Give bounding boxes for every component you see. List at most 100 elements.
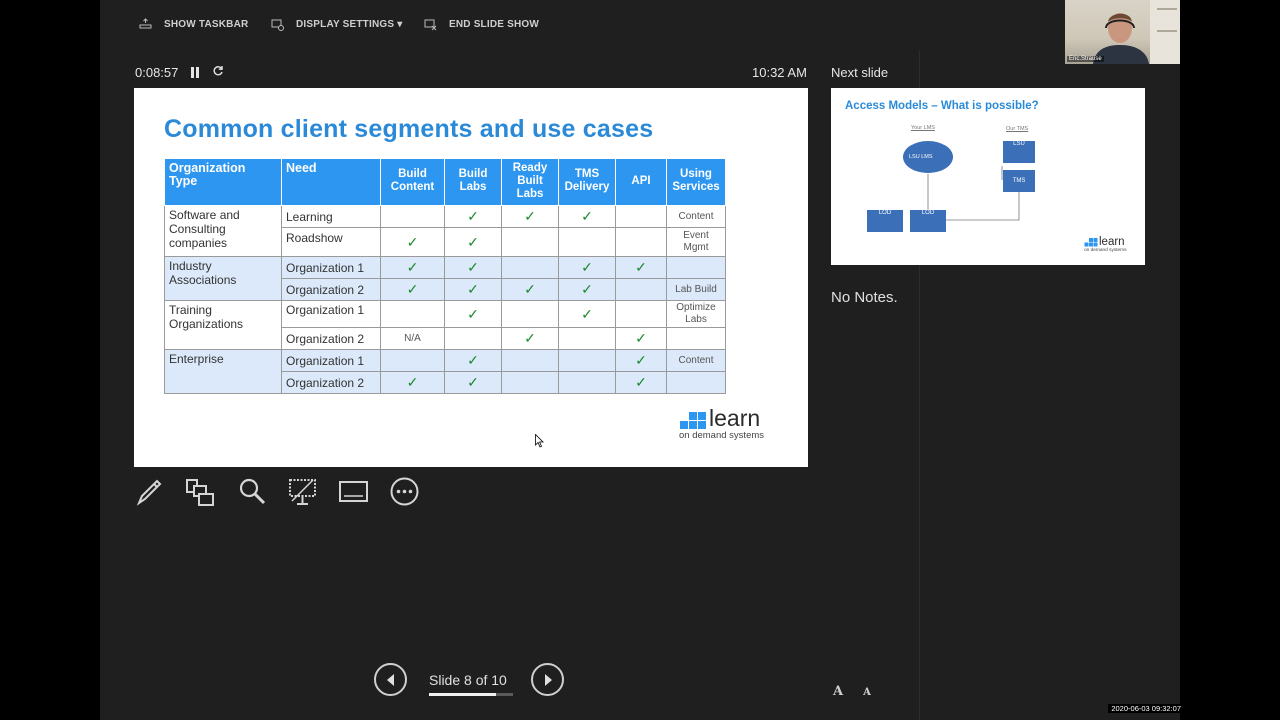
check-mark: ✓ [558, 205, 616, 228]
check-mark: ✓ [615, 256, 667, 279]
table-cell [615, 300, 667, 328]
slide-navigation: Slide 8 of 10 [374, 662, 668, 700]
presenter-silhouette-icon [1093, 0, 1180, 64]
table-header: Ready Built Labs [501, 158, 559, 206]
segment-cell: Software and Consulting companies [164, 205, 282, 257]
logo-word: learn [709, 405, 761, 431]
show-taskbar-label: SHOW TASKBAR [164, 18, 249, 30]
pause-timer-icon[interactable] [191, 67, 200, 78]
table-cell [501, 349, 559, 372]
slide-counter[interactable]: Slide 8 of 10 [429, 672, 507, 688]
end-slide-show-label: END SLIDE SHOW [449, 18, 540, 30]
need-cell: Roadshow [281, 227, 381, 257]
triangle-left-icon [386, 673, 394, 686]
display-settings-icon [270, 17, 284, 31]
table-header-row: Organization Type Need Build Content Bui… [164, 158, 726, 206]
triangle-right-icon [544, 673, 552, 686]
table-cell [501, 256, 559, 279]
check-mark: ✓ [444, 349, 502, 372]
check-mark: ✓ [444, 278, 502, 301]
previous-slide-button[interactable] [374, 663, 407, 696]
table-header: TMS Delivery [558, 158, 616, 206]
logo-word: learn [1099, 234, 1125, 248]
black-screen-icon[interactable] [287, 475, 318, 507]
timer-bar: 0:08:57 [135, 65, 224, 80]
check-mark: ✓ [558, 256, 616, 279]
presenter-view: SHOW TASKBAR DISPLAY SETTINGS ▾ END SLID… [100, 0, 1180, 720]
service-cell: Optimize Labs [666, 300, 726, 328]
notes-font-controls: A A [833, 684, 871, 699]
segment-cell: Industry Associations [164, 256, 282, 301]
need-cell: Organization 1 [281, 300, 381, 328]
table-cell [501, 300, 559, 328]
table-cell [615, 278, 667, 301]
table-row: Enterprise Organization 1 ✓ ✓ Content [164, 349, 726, 394]
logo-subtitle: on demand systems [1084, 247, 1127, 253]
check-mark: ✓ [444, 227, 502, 257]
need-cell: Organization 2 [281, 278, 381, 301]
segment-cell: Training Organizations [164, 300, 282, 350]
table-cell [380, 300, 445, 328]
next-slide-label: Next slide [831, 65, 889, 80]
learn-on-demand-logo: learn on demand systems [679, 405, 779, 444]
table-cell [501, 371, 559, 394]
lsu-node: LSU [1003, 141, 1035, 163]
table-row: Industry Associations Organization 1 ✓ ✓… [164, 256, 726, 301]
check-mark: ✓ [380, 256, 445, 279]
show-taskbar-button[interactable]: SHOW TASKBAR [138, 14, 248, 34]
end-show-icon [423, 17, 437, 31]
participant-name: Eric.Strause [1067, 56, 1104, 62]
check-mark: ✓ [558, 300, 616, 328]
next-slide-button[interactable] [531, 663, 564, 696]
lod-dev-node: LOD [867, 210, 903, 232]
see-all-slides-icon[interactable] [185, 475, 216, 507]
more-options-icon[interactable] [389, 475, 420, 507]
current-slide[interactable]: Common client segments and use cases Org… [134, 88, 808, 467]
check-mark: ✓ [380, 371, 445, 394]
table-cell [558, 327, 616, 350]
table-cell [501, 227, 559, 257]
table-row: Training Organizations Organization 1 ✓ … [164, 300, 726, 350]
slide-progress-fill [429, 693, 497, 696]
table-cell [666, 371, 726, 394]
webcam-video: Eric.Strause [1065, 0, 1180, 64]
restart-timer-icon[interactable] [212, 65, 224, 80]
check-mark: ✓ [615, 371, 667, 394]
table-row: Software and Consulting companies Learni… [164, 205, 726, 257]
pen-icon[interactable] [134, 475, 165, 507]
check-mark: ✓ [501, 278, 559, 301]
zoom-icon[interactable] [236, 475, 267, 507]
table-header: Organization Type [164, 158, 282, 206]
check-mark: ✓ [444, 256, 502, 279]
check-mark: ✓ [501, 205, 559, 228]
table-cell [615, 205, 667, 228]
decrease-font-button[interactable]: A [863, 684, 871, 699]
increase-font-button[interactable]: A [833, 684, 843, 699]
check-mark: ✓ [444, 205, 502, 228]
check-mark: ✓ [615, 349, 667, 372]
elapsed-time: 0:08:57 [135, 65, 179, 80]
display-settings-button[interactable]: DISPLAY SETTINGS ▾ [270, 14, 402, 34]
check-mark: ✓ [380, 278, 445, 301]
subtitles-icon[interactable] [338, 475, 369, 507]
segments-table: Organization Type Need Build Content Bui… [164, 158, 726, 394]
lsu-lms-node: LSU LMS [909, 154, 933, 160]
service-cell: Content [666, 349, 726, 372]
learn-on-demand-logo-small: learn on demand systems [1084, 234, 1134, 254]
table-cell [444, 327, 502, 350]
slide-progress-bar [429, 693, 513, 696]
table-cell [615, 227, 667, 257]
speaker-notes[interactable]: No Notes. [831, 289, 898, 306]
table-header: API [615, 158, 667, 206]
check-mark: ✓ [558, 278, 616, 301]
na-cell: N/A [380, 327, 445, 350]
service-cell: Lab Build [666, 278, 726, 301]
table-cell [666, 256, 726, 279]
next-slide-thumbnail[interactable]: Access Models – What is possible? Your L… [831, 88, 1145, 265]
need-cell: Organization 2 [281, 371, 381, 394]
service-cell: Event Mgmt [666, 227, 726, 257]
end-slide-show-button[interactable]: END SLIDE SHOW [423, 14, 539, 34]
table-cell [380, 205, 445, 228]
table-header: Need [281, 158, 381, 206]
taskbar-icon [138, 17, 152, 31]
